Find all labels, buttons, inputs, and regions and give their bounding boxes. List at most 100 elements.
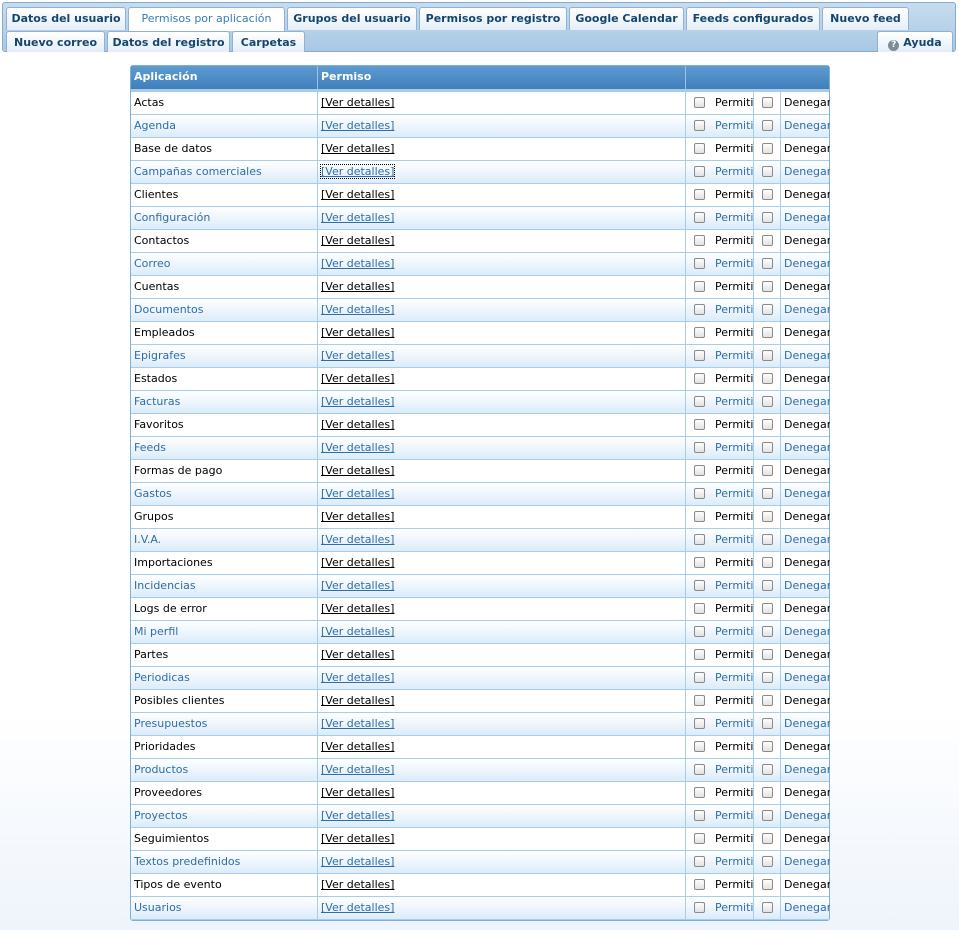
column-header-perm[interactable]: Permiso [318,66,686,89]
allow-checkbox[interactable] [693,902,705,913]
view-details-link[interactable]: [Ver detalles] [321,119,394,132]
deny-checkbox[interactable] [761,718,773,729]
deny-checkbox[interactable] [761,879,773,890]
tab-nuevo-feed[interactable]: Nuevo feed [822,7,909,30]
deny-checkbox[interactable] [761,396,773,407]
view-details-link[interactable]: [Ver detalles] [321,418,394,431]
view-details-link[interactable]: [Ver detalles] [321,96,394,109]
view-details-link[interactable]: [Ver detalles] [321,326,394,339]
deny-checkbox[interactable] [761,189,773,200]
allow-checkbox[interactable] [693,97,705,108]
view-details-link[interactable]: [Ver detalles] [321,395,394,408]
allow-checkbox[interactable] [693,120,705,131]
view-details-link[interactable]: [Ver detalles] [321,349,394,362]
allow-checkbox[interactable] [693,258,705,269]
deny-checkbox[interactable] [761,212,773,223]
view-details-link[interactable]: [Ver detalles] [321,878,394,891]
allow-checkbox[interactable] [693,327,705,338]
tab-datos-registro[interactable]: Datos del registro [107,31,230,52]
view-details-link[interactable]: [Ver detalles] [319,164,396,179]
view-details-link[interactable]: [Ver detalles] [321,694,394,707]
allow-checkbox[interactable] [693,396,705,407]
allow-checkbox[interactable] [693,281,705,292]
deny-checkbox[interactable] [761,534,773,545]
allow-checkbox[interactable] [693,695,705,706]
deny-checkbox[interactable] [761,580,773,591]
view-details-link[interactable]: [Ver detalles] [321,625,394,638]
allow-checkbox[interactable] [693,764,705,775]
deny-checkbox[interactable] [761,120,773,131]
help-button[interactable]: ? Ayuda [877,31,953,52]
deny-checkbox[interactable] [761,258,773,269]
view-details-link[interactable]: [Ver detalles] [321,901,394,914]
deny-checkbox[interactable] [761,327,773,338]
view-details-link[interactable]: [Ver detalles] [321,809,394,822]
deny-checkbox[interactable] [761,304,773,315]
allow-checkbox[interactable] [693,741,705,752]
view-details-link[interactable]: [Ver detalles] [321,533,394,546]
allow-checkbox[interactable] [693,718,705,729]
allow-checkbox[interactable] [693,212,705,223]
view-details-link[interactable]: [Ver detalles] [321,786,394,799]
deny-checkbox[interactable] [761,235,773,246]
deny-checkbox[interactable] [761,833,773,844]
allow-checkbox[interactable] [693,534,705,545]
allow-checkbox[interactable] [693,787,705,798]
deny-checkbox[interactable] [761,281,773,292]
deny-checkbox[interactable] [761,649,773,660]
view-details-link[interactable]: [Ver detalles] [321,671,394,684]
allow-checkbox[interactable] [693,557,705,568]
view-details-link[interactable]: [Ver detalles] [321,211,394,224]
view-details-link[interactable]: [Ver detalles] [321,441,394,454]
view-details-link[interactable]: [Ver detalles] [321,142,394,155]
allow-checkbox[interactable] [693,511,705,522]
deny-checkbox[interactable] [761,626,773,637]
deny-checkbox[interactable] [761,672,773,683]
deny-checkbox[interactable] [761,511,773,522]
deny-checkbox[interactable] [761,603,773,614]
allow-checkbox[interactable] [693,488,705,499]
deny-checkbox[interactable] [761,350,773,361]
deny-checkbox[interactable] [761,902,773,913]
deny-checkbox[interactable] [761,419,773,430]
deny-checkbox[interactable] [761,465,773,476]
allow-checkbox[interactable] [693,373,705,384]
view-details-link[interactable]: [Ver detalles] [321,303,394,316]
view-details-link[interactable]: [Ver detalles] [321,556,394,569]
deny-checkbox[interactable] [761,488,773,499]
allow-checkbox[interactable] [693,304,705,315]
tab-grupos-usuario[interactable]: Grupos del usuario [287,7,417,30]
deny-checkbox[interactable] [761,557,773,568]
view-details-link[interactable]: [Ver detalles] [321,280,394,293]
allow-checkbox[interactable] [693,626,705,637]
allow-checkbox[interactable] [693,465,705,476]
allow-checkbox[interactable] [693,810,705,821]
allow-checkbox[interactable] [693,672,705,683]
tab-permisos-aplicacion[interactable]: Permisos por aplicación [128,7,285,31]
deny-checkbox[interactable] [761,373,773,384]
view-details-link[interactable]: [Ver detalles] [321,372,394,385]
tab-feeds-configurados[interactable]: Feeds configurados [686,7,820,30]
view-details-link[interactable]: [Ver detalles] [321,579,394,592]
view-details-link[interactable]: [Ver detalles] [321,717,394,730]
allow-checkbox[interactable] [693,856,705,867]
tab-nuevo-correo[interactable]: Nuevo correo [6,31,105,52]
view-details-link[interactable]: [Ver detalles] [321,510,394,523]
deny-checkbox[interactable] [761,442,773,453]
view-details-link[interactable]: [Ver detalles] [321,234,394,247]
allow-checkbox[interactable] [693,442,705,453]
deny-checkbox[interactable] [761,856,773,867]
view-details-link[interactable]: [Ver detalles] [321,257,394,270]
deny-checkbox[interactable] [761,143,773,154]
deny-checkbox[interactable] [761,97,773,108]
view-details-link[interactable]: [Ver detalles] [321,464,394,477]
view-details-link[interactable]: [Ver detalles] [321,487,394,500]
allow-checkbox[interactable] [693,419,705,430]
tab-google-calendar[interactable]: Google Calendar [569,7,684,30]
allow-checkbox[interactable] [693,833,705,844]
view-details-link[interactable]: [Ver detalles] [321,740,394,753]
view-details-link[interactable]: [Ver detalles] [321,602,394,615]
allow-checkbox[interactable] [693,166,705,177]
deny-checkbox[interactable] [761,810,773,821]
deny-checkbox[interactable] [761,695,773,706]
